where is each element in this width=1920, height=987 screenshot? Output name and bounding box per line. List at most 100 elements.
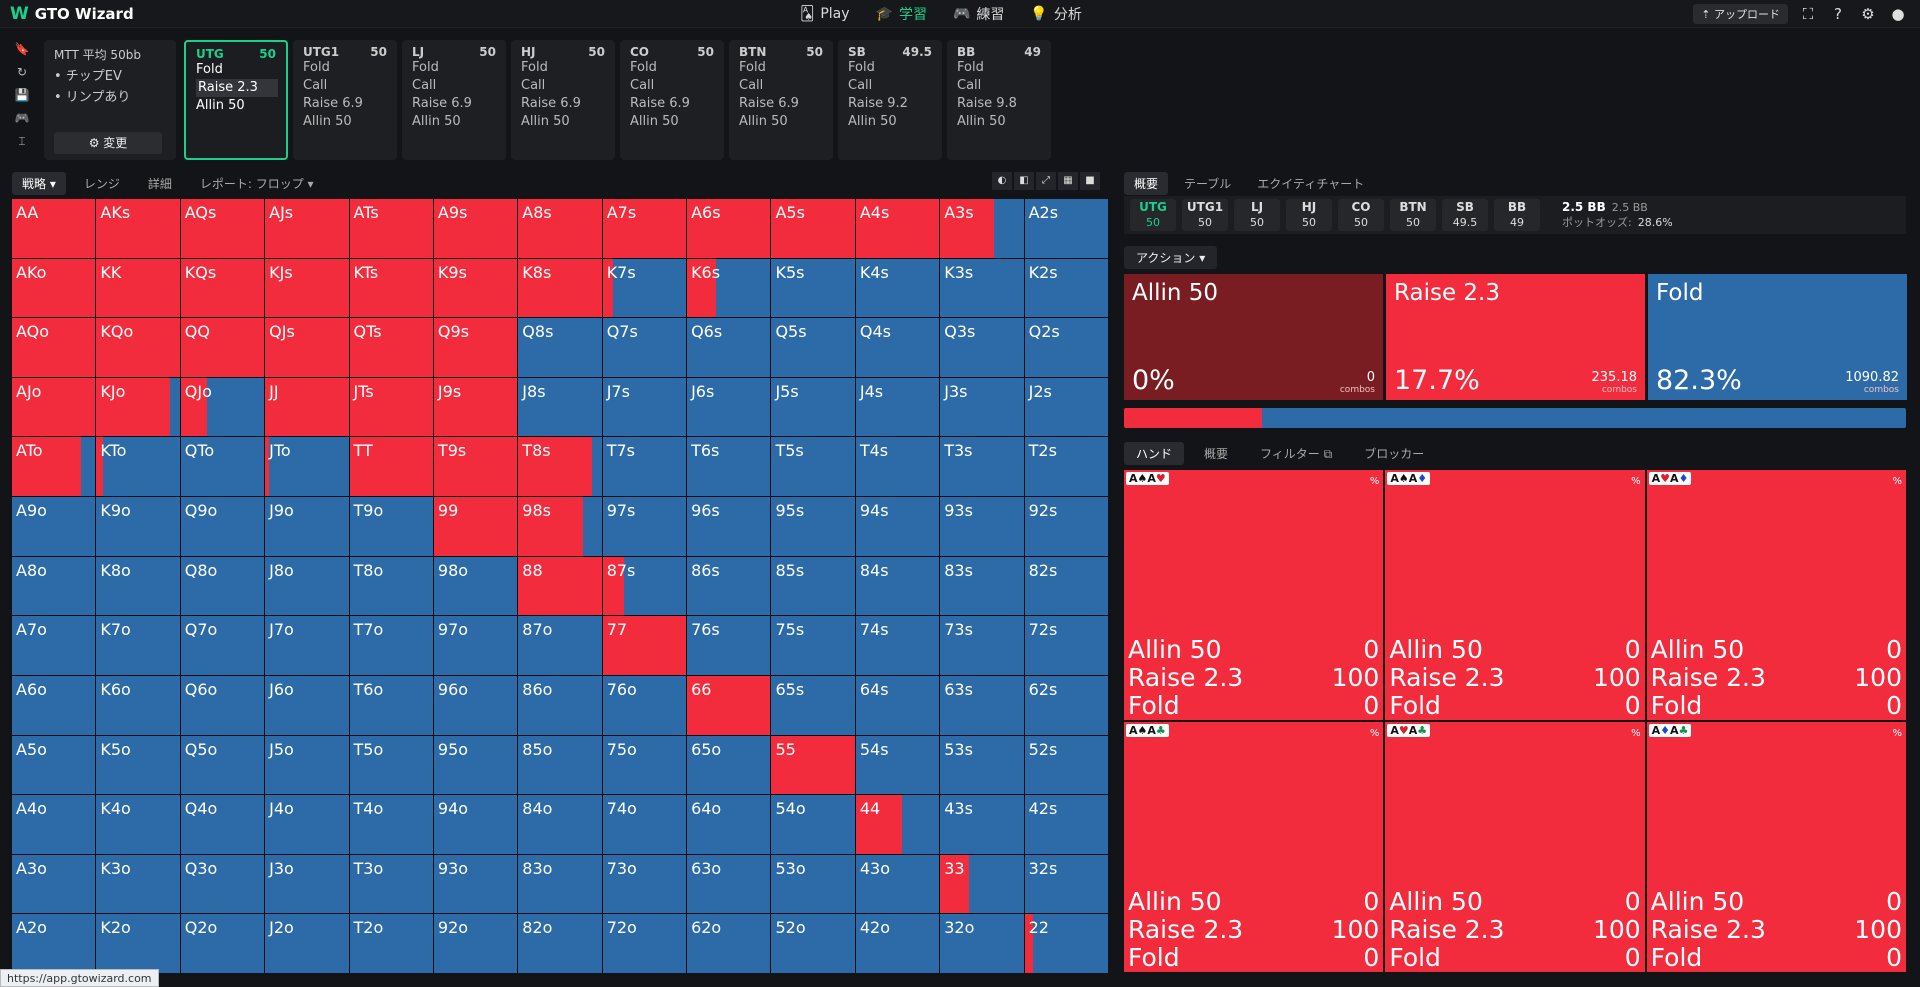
hand-cell[interactable]: 76s [687, 616, 771, 675]
change-button[interactable]: ⚙ 変更 [54, 132, 162, 154]
user-avatar-icon[interactable]: ● [1888, 5, 1908, 23]
hand-cell[interactable]: 33 [940, 854, 1024, 914]
hand-cell[interactable]: J9o [265, 497, 349, 556]
hand-cell[interactable]: 62o [687, 914, 771, 973]
hand-cell[interactable]: JJ [265, 377, 349, 437]
hand-cell[interactable]: T7o [349, 616, 433, 675]
hand-cell[interactable]: Q4o [180, 795, 265, 854]
hand-cell[interactable]: A8s [518, 199, 602, 258]
hand-cell[interactable]: 83o [518, 854, 602, 914]
hand-cell[interactable]: Q2s [1024, 318, 1108, 377]
position-option[interactable]: Fold [521, 59, 615, 77]
hand-cell[interactable]: 32s [1024, 854, 1108, 914]
hand-cell[interactable]: 75s [771, 616, 855, 675]
hand-cell[interactable]: T2s [1024, 437, 1108, 497]
hand-tab-3[interactable]: ブロッカー [1352, 442, 1436, 465]
hand-cell[interactable]: A5s [771, 199, 855, 258]
position-option[interactable]: Call [957, 77, 1051, 95]
hand-cell[interactable]: J8o [265, 556, 349, 616]
hand-cell[interactable]: T4s [855, 437, 940, 497]
hand-cell[interactable]: J5o [265, 735, 349, 795]
hand-cell[interactable]: J4o [265, 795, 349, 854]
hand-cell[interactable]: 32o [940, 914, 1024, 973]
hand-cell[interactable]: T9s [433, 437, 518, 497]
hand-cell[interactable]: J7s [602, 377, 687, 437]
hand-cell[interactable]: A3o [12, 854, 96, 914]
hand-cell[interactable]: K5s [771, 258, 855, 318]
upload-button[interactable]: ⇡ アップロード [1693, 4, 1788, 24]
view-circle-icon[interactable]: ◐ [992, 172, 1012, 190]
hand-cell[interactable]: J5s [771, 377, 855, 437]
hand-cell[interactable]: A3s [940, 199, 1024, 258]
hand-tab-2[interactable]: フィルター ⧉ [1248, 442, 1344, 465]
position-card-utg1[interactable]: UTG1 50 Fold Call Raise 6.9 Allin 50 [293, 40, 397, 160]
hand-cell[interactable]: K3o [96, 854, 180, 914]
hand-cell[interactable]: K8o [96, 556, 180, 616]
hand-cell[interactable]: KQo [96, 318, 180, 377]
hand-cell[interactable]: JTo [265, 437, 349, 497]
hand-cell[interactable]: Q8s [518, 318, 602, 377]
position-option[interactable]: Fold [739, 59, 833, 77]
combo-cell[interactable]: A♥A♦% Allin 50 0 Raise 2.3 100 Fold 0 [1646, 470, 1906, 720]
hand-cell[interactable]: 42s [1024, 795, 1108, 854]
hand-cell[interactable]: 96o [433, 675, 518, 735]
gamepad-icon[interactable]: 🎮 [12, 111, 32, 128]
position-option[interactable]: Call [848, 77, 942, 95]
hand-cell[interactable]: J3s [940, 377, 1024, 437]
hand-cell[interactable]: AQo [12, 318, 96, 377]
hand-cell[interactable]: J6s [687, 377, 771, 437]
hand-cell[interactable]: 98o [433, 556, 518, 616]
position-card-btn[interactable]: BTN 50 Fold Call Raise 6.9 Allin 50 [729, 40, 833, 160]
position-option[interactable]: Allin 50 [739, 113, 833, 131]
hand-cell[interactable]: K6o [96, 675, 180, 735]
hand-cell[interactable]: 44 [855, 795, 940, 854]
hand-cell[interactable]: Q6o [180, 675, 265, 735]
hand-cell[interactable]: A8o [12, 556, 96, 616]
hand-cell[interactable]: 84o [518, 795, 602, 854]
hand-cell[interactable]: K8s [518, 258, 602, 318]
hand-cell[interactable]: AQs [180, 199, 265, 258]
hand-cell[interactable]: 84s [855, 556, 940, 616]
hand-cell[interactable]: 63o [687, 854, 771, 914]
hand-cell[interactable]: 53o [771, 854, 855, 914]
hand-cell[interactable]: T6s [687, 437, 771, 497]
hand-cell[interactable]: Q7s [602, 318, 687, 377]
position-card-sb[interactable]: SB 49.5 Fold Call Raise 9.2 Allin 50 [838, 40, 942, 160]
combo-cell[interactable]: A♦A♣% Allin 50 0 Raise 2.3 100 Fold 0 [1646, 722, 1906, 972]
position-option[interactable]: Call [303, 77, 397, 95]
hand-cell[interactable]: Q2o [180, 914, 265, 973]
hand-cell[interactable]: 83s [940, 556, 1024, 616]
hand-cell[interactable]: J8s [518, 377, 602, 437]
nav-play-cards[interactable]: 🂡 Play [800, 6, 850, 22]
position-option[interactable]: Raise 6.9 [739, 95, 833, 113]
hand-cell[interactable]: J4s [855, 377, 940, 437]
hand-cell[interactable]: Q9o [180, 497, 265, 556]
hand-cell[interactable]: J6o [265, 675, 349, 735]
hand-cell[interactable]: T3o [349, 854, 433, 914]
hand-cell[interactable]: A9s [433, 199, 518, 258]
hand-cell[interactable]: 88 [518, 556, 602, 616]
screenshot-icon[interactable]: ⛶ [1798, 5, 1818, 23]
hand-cell[interactable]: 72s [1024, 616, 1108, 675]
position-option[interactable]: Fold [848, 59, 942, 77]
help-icon[interactable]: ? [1828, 5, 1848, 23]
hand-cell[interactable]: T5o [349, 735, 433, 795]
hand-cell[interactable]: 93o [433, 854, 518, 914]
hand-cell[interactable]: K3s [940, 258, 1024, 318]
right-tab-0[interactable]: 概要 [1124, 172, 1169, 195]
position-option[interactable]: Raise 6.9 [521, 95, 615, 113]
hand-cell[interactable]: T8o [349, 556, 433, 616]
hand-cell[interactable]: AJo [12, 377, 96, 437]
hand-cell[interactable]: TT [349, 437, 433, 497]
position-card-utg[interactable]: UTG 50 Fold Raise 2.3 Allin 50 [184, 40, 288, 160]
bookmark-icon[interactable]: 🔖 [12, 42, 32, 59]
hand-cell[interactable]: 94o [433, 795, 518, 854]
hand-cell[interactable]: K2s [1024, 258, 1108, 318]
hand-cell[interactable]: Q3s [940, 318, 1024, 377]
hand-cell[interactable]: 22 [1024, 914, 1108, 973]
right-tab-2[interactable]: エクイティチャート [1247, 172, 1374, 195]
left-tab-2[interactable]: 詳細 [138, 172, 182, 195]
hand-cell[interactable]: 52s [1024, 735, 1108, 795]
hand-cell[interactable]: 52o [771, 914, 855, 973]
hand-cell[interactable]: Q3o [180, 854, 265, 914]
